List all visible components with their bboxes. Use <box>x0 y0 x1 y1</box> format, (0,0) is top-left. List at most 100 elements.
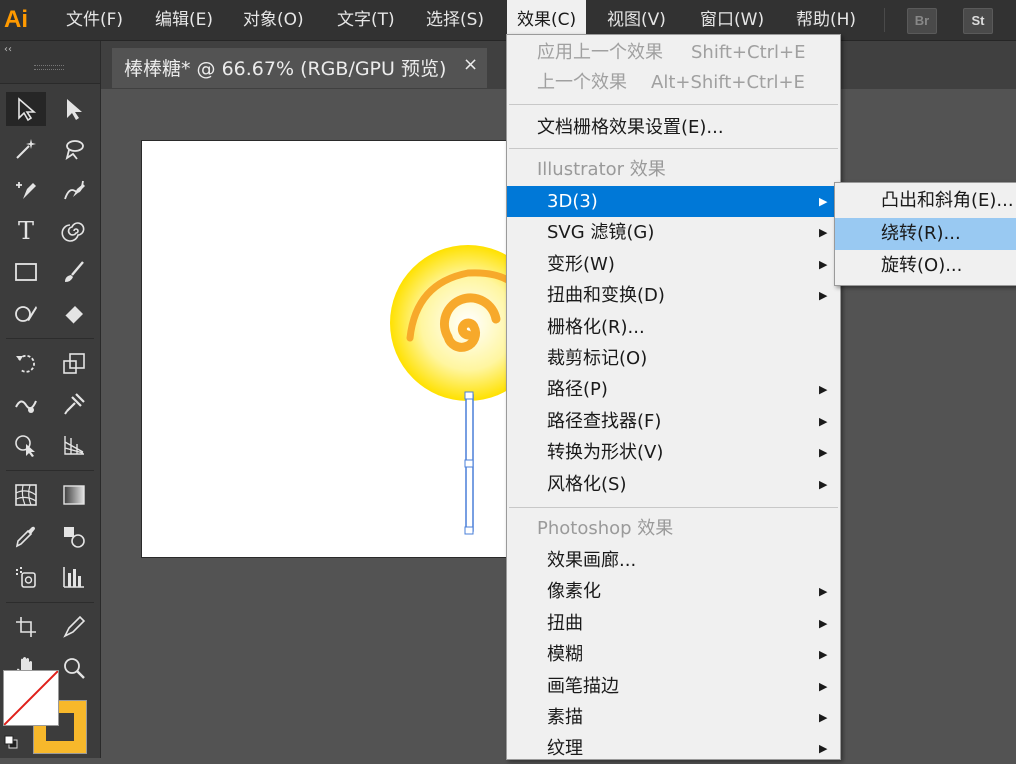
zoom-tool-icon[interactable] <box>54 651 94 685</box>
drag-grip-icon[interactable] <box>34 65 64 70</box>
bridge-button[interactable]: Br <box>907 8 937 34</box>
menu-type[interactable]: 文字(T) <box>337 0 395 40</box>
submenu-arrow-icon: ▶ <box>819 258 828 271</box>
submenu-arrow-icon: ▶ <box>819 711 828 724</box>
menu-item-3d[interactable]: 3D(3) ▶ <box>507 186 840 217</box>
submenu-arrow-icon: ▶ <box>819 383 828 396</box>
anchor-handle[interactable] <box>464 526 474 535</box>
menu-item-pathfinder[interactable]: 路径查找器(F) ▶ <box>507 406 840 437</box>
menu-section-illustrator-effects: Illustrator 效果 <box>507 154 840 185</box>
menu-item-label: 裁剪标记(O) <box>547 348 648 369</box>
mesh-tool-icon[interactable] <box>6 478 46 512</box>
menu-item-stylize[interactable]: 风格化(S) ▶ <box>507 469 840 500</box>
rotate-tool-icon[interactable] <box>6 346 46 380</box>
menu-item-path[interactable]: 路径(P) ▶ <box>507 374 840 405</box>
eraser-tool-icon[interactable] <box>54 296 94 330</box>
menu-item-raster-effects-settings[interactable]: 文档栅格效果设置(E)... <box>507 112 840 143</box>
menu-item-label: 文档栅格效果设置(E)... <box>537 117 724 138</box>
menu-select[interactable]: 选择(S) <box>426 0 484 40</box>
menu-item-revolve[interactable]: 绕转(R)... <box>835 218 1016 250</box>
menu-item-rasterize[interactable]: 栅格化(R)... <box>507 312 840 343</box>
menu-item-label: 变形(W) <box>547 254 615 275</box>
menu-separator <box>509 148 838 149</box>
submenu-arrow-icon: ▶ <box>819 415 828 428</box>
perspective-grid-tool-icon[interactable] <box>54 428 94 462</box>
none-slash-icon <box>4 671 58 725</box>
stock-button[interactable]: St <box>963 8 993 34</box>
anchor-handle[interactable] <box>464 459 474 468</box>
shaper-tool-icon[interactable] <box>6 296 46 330</box>
menu-section-photoshop-effects: Photoshop 效果 <box>507 513 840 544</box>
menu-item-distort[interactable]: 扭曲 ▶ <box>507 608 840 639</box>
menu-item-sketch[interactable]: 素描 ▶ <box>507 702 840 733</box>
slice-tool-icon[interactable] <box>54 610 94 644</box>
spiral-tool-icon[interactable] <box>54 214 94 248</box>
menu-item-label: 扭曲和变换(D) <box>547 285 665 306</box>
menu-item-label: 纹理 <box>547 738 583 759</box>
menu-edit[interactable]: 编辑(E) <box>155 0 213 40</box>
magic-wand-icon[interactable] <box>6 132 46 166</box>
eyedropper-tool-icon[interactable] <box>6 519 46 553</box>
menu-item-shortcut: Alt+Shift+Ctrl+E <box>651 72 805 93</box>
menu-section-label: Photoshop 效果 <box>537 518 674 539</box>
fill-swatch[interactable] <box>3 670 59 726</box>
menu-item-last-effect[interactable]: 上一个效果 Alt+Shift+Ctrl+E <box>507 67 840 98</box>
warp-tool-icon[interactable] <box>6 387 46 421</box>
puppet-warp-tool-icon[interactable] <box>54 387 94 421</box>
shape-builder-tool-icon[interactable] <box>6 428 46 462</box>
close-tab-icon[interactable]: × <box>463 54 478 75</box>
menu-item-brush-strokes[interactable]: 画笔描边 ▶ <box>507 671 840 702</box>
menu-item-label: 3D(3) <box>547 191 598 212</box>
menu-object[interactable]: 对象(O) <box>243 0 304 40</box>
menu-item-texture[interactable]: 纹理 ▶ <box>507 733 840 764</box>
scale-tool-icon[interactable] <box>54 346 94 380</box>
menu-item-extrude-bevel[interactable]: 凸出和斜角(E)... <box>835 185 1016 217</box>
menu-item-warp[interactable]: 变形(W) ▶ <box>507 249 840 280</box>
menu-item-rotate[interactable]: 旋转(O)... <box>835 250 1016 282</box>
curvature-tool-icon[interactable] <box>54 173 94 207</box>
submenu-arrow-icon: ▶ <box>819 289 828 302</box>
app-logo: Ai <box>4 6 28 33</box>
menu-item-shortcut: Shift+Ctrl+E <box>691 42 806 63</box>
menu-item-crop-marks[interactable]: 裁剪标记(O) <box>507 343 840 374</box>
menu-section-label: Illustrator 效果 <box>537 159 666 180</box>
rectangle-tool-icon[interactable] <box>6 255 46 289</box>
anchor-handle[interactable] <box>464 391 474 400</box>
pen-tool-icon[interactable] <box>6 173 46 207</box>
selection-tool-icon[interactable] <box>6 92 46 126</box>
menu-item-label: 旋转(O)... <box>881 255 963 276</box>
tools-panel: ‹‹ T <box>0 41 101 758</box>
menu-item-label: 转换为形状(V) <box>547 442 664 463</box>
lollipop-artwork[interactable] <box>388 243 518 543</box>
menu-file[interactable]: 文件(F) <box>66 0 123 40</box>
3d-submenu: 凸出和斜角(E)... 绕转(R)... 旋转(O)... <box>834 182 1016 286</box>
submenu-arrow-icon: ▶ <box>819 585 828 598</box>
menu-item-apply-last-effect[interactable]: 应用上一个效果 Shift+Ctrl+E <box>507 37 840 68</box>
blend-tool-icon[interactable] <box>54 519 94 553</box>
menu-item-pixelate[interactable]: 像素化 ▶ <box>507 576 840 607</box>
lasso-tool-icon[interactable] <box>54 132 94 166</box>
default-colors-icon[interactable] <box>4 734 18 749</box>
column-graph-tool-icon[interactable] <box>54 560 94 594</box>
menu-item-effect-gallery[interactable]: 效果画廊... <box>507 545 840 576</box>
tools-panel-header[interactable]: ‹‹ <box>0 41 100 84</box>
menu-item-distort-transform[interactable]: 扭曲和变换(D) ▶ <box>507 280 840 311</box>
submenu-arrow-icon: ▶ <box>819 648 828 661</box>
paintbrush-tool-icon[interactable] <box>54 255 94 289</box>
tool-separator <box>6 470 94 471</box>
menu-item-blur[interactable]: 模糊 ▶ <box>507 639 840 670</box>
artboard-tool-icon[interactable] <box>6 610 46 644</box>
menu-item-svg-filters[interactable]: SVG 滤镜(G) ▶ <box>507 217 840 248</box>
symbol-sprayer-tool-icon[interactable] <box>6 560 46 594</box>
menu-item-label: 模糊 <box>547 644 583 665</box>
submenu-arrow-icon: ▶ <box>819 195 828 208</box>
document-tab-title[interactable]: 棒棒糖* @ 66.67% (RGB/GPU 预览) <box>124 54 446 81</box>
submenu-arrow-icon: ▶ <box>819 742 828 755</box>
gradient-tool-icon[interactable] <box>54 478 94 512</box>
menu-item-label: 画笔描边 <box>547 676 619 697</box>
menu-item-convert-to-shape[interactable]: 转换为形状(V) ▶ <box>507 437 840 468</box>
type-tool-icon[interactable]: T <box>6 214 46 248</box>
direct-selection-tool-icon[interactable] <box>54 92 94 126</box>
collapse-icon[interactable]: ‹‹ <box>4 44 12 55</box>
effect-menu-dropdown: 应用上一个效果 Shift+Ctrl+E 上一个效果 Alt+Shift+Ctr… <box>506 34 841 760</box>
